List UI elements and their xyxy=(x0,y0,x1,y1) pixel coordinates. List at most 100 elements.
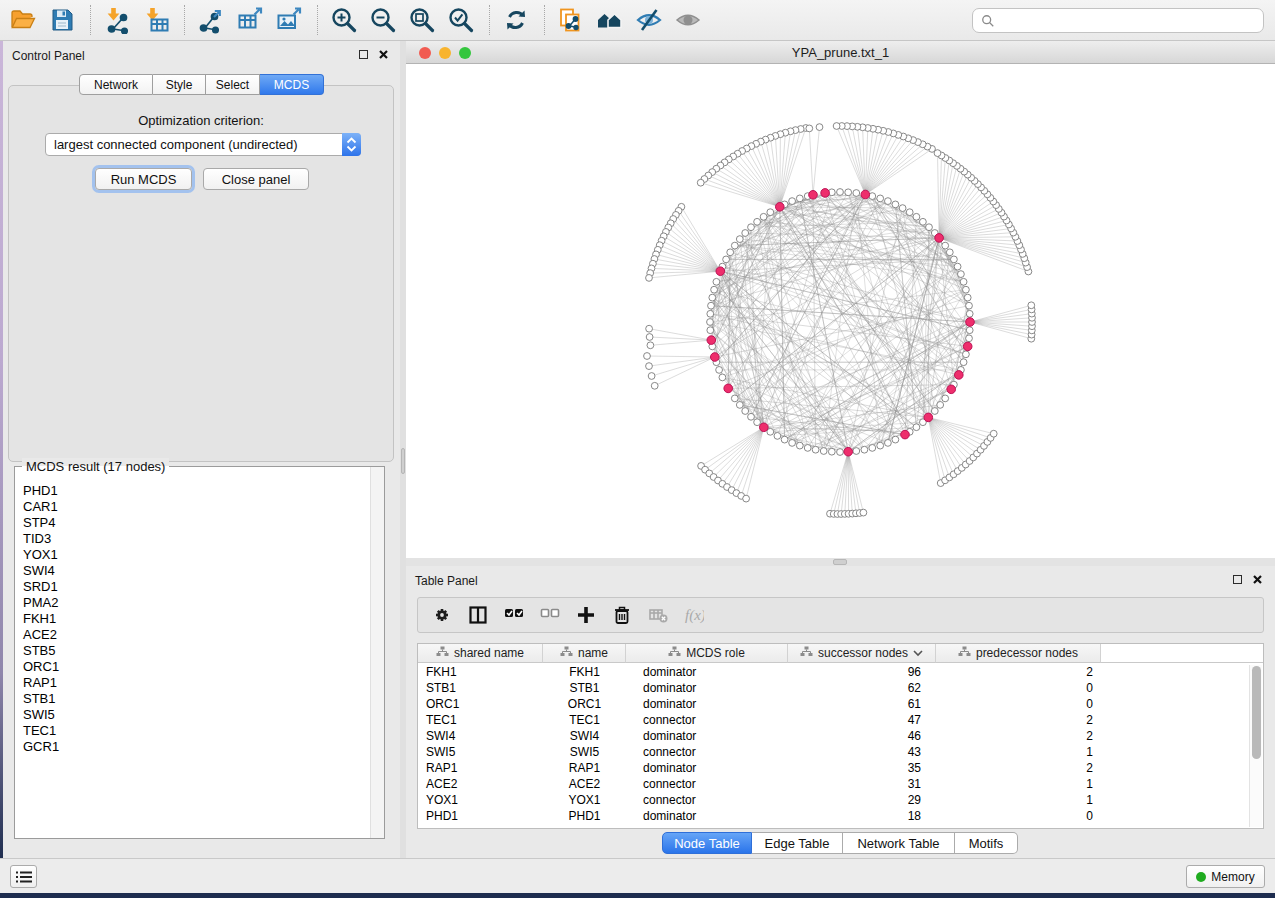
table-row[interactable]: ORC1ORC1dominator610 xyxy=(418,696,1263,712)
add-column-button[interactable] xyxy=(575,605,597,625)
table-row[interactable]: RAP1RAP1dominator352 xyxy=(418,760,1263,776)
node-table-header: shared namenameMCDS rolesuccessor nodesp… xyxy=(418,644,1263,663)
tab-style[interactable]: Style xyxy=(153,74,206,95)
delete-table-button[interactable] xyxy=(647,605,669,625)
result-item[interactable]: CAR1 xyxy=(16,499,369,515)
table-row[interactable]: SWI4SWI4dominator462 xyxy=(418,728,1263,744)
table-row[interactable]: YOX1YOX1connector291 xyxy=(418,792,1263,808)
export-table-button[interactable] xyxy=(236,6,264,34)
select-all-button[interactable] xyxy=(503,605,525,625)
zoom-in-icon xyxy=(330,6,358,34)
table-cell: 31 xyxy=(788,776,936,792)
result-item[interactable]: SRD1 xyxy=(16,579,369,595)
horizontal-splitter[interactable] xyxy=(406,558,1275,566)
show-all-button[interactable] xyxy=(674,6,702,34)
table-cell: dominator xyxy=(626,680,788,696)
result-item[interactable]: TEC1 xyxy=(16,723,369,739)
result-item[interactable]: ACE2 xyxy=(16,627,369,643)
table-cell: SWI4 xyxy=(543,728,626,744)
hide-selected-button[interactable] xyxy=(635,6,663,34)
zoom-out-button[interactable] xyxy=(369,6,397,34)
table-cell: YOX1 xyxy=(418,792,543,808)
network-canvas[interactable] xyxy=(406,64,1275,558)
table-row[interactable]: TEC1TEC1connector472 xyxy=(418,712,1263,728)
close-table-panel-icon[interactable] xyxy=(1252,574,1263,585)
close-panel-icon[interactable] xyxy=(378,49,389,60)
table-cell: SWI5 xyxy=(418,744,543,760)
task-history-button[interactable] xyxy=(10,865,37,888)
search-input[interactable] xyxy=(995,9,1263,32)
table-tabs: Node TableEdge TableNetwork TableMotifs xyxy=(662,832,1018,854)
table-row[interactable]: ACE2ACE2connector311 xyxy=(418,776,1263,792)
result-item[interactable]: TID3 xyxy=(16,531,369,547)
column-type-icon xyxy=(800,646,813,660)
apply-function-button[interactable]: f(x) xyxy=(683,605,705,625)
result-item[interactable]: YOX1 xyxy=(16,547,369,563)
tab-motifs[interactable]: Motifs xyxy=(955,832,1018,854)
zoom-selected-button[interactable] xyxy=(447,6,475,34)
tab-node-table[interactable]: Node Table xyxy=(662,832,752,854)
settings-button[interactable] xyxy=(431,605,453,625)
import-network-button[interactable] xyxy=(103,6,131,34)
save-button[interactable] xyxy=(48,6,76,34)
result-item[interactable]: STP4 xyxy=(16,515,369,531)
result-item[interactable]: RAP1 xyxy=(16,675,369,691)
table-cell: dominator xyxy=(626,808,788,824)
zoom-in-button[interactable] xyxy=(330,6,358,34)
export-network-button[interactable] xyxy=(197,6,225,34)
result-item[interactable]: PMA2 xyxy=(16,595,369,611)
float-table-panel-icon[interactable] xyxy=(1233,575,1242,584)
table-cell: 35 xyxy=(788,760,936,776)
mcds-result-list[interactable]: PHD1CAR1STP4TID3YOX1SWI4SRD1PMA2FKH1ACE2… xyxy=(16,483,369,837)
result-item[interactable]: PHD1 xyxy=(16,483,369,499)
result-item[interactable]: STB1 xyxy=(16,691,369,707)
run-mcds-button[interactable]: Run MCDS xyxy=(95,168,192,190)
tab-select[interactable]: Select xyxy=(206,74,260,95)
refresh-view-button[interactable] xyxy=(502,6,530,34)
table-scrollbar[interactable] xyxy=(1249,665,1262,827)
table-cell: 43 xyxy=(788,744,936,760)
zoom-fit-button[interactable] xyxy=(408,6,436,34)
toolbar-separator xyxy=(90,5,91,35)
tab-network[interactable]: Network xyxy=(79,74,153,95)
search-box[interactable] xyxy=(972,8,1264,33)
close-panel-button[interactable]: Close panel xyxy=(203,168,309,190)
result-item[interactable]: SWI4 xyxy=(16,563,369,579)
result-item[interactable]: SWI5 xyxy=(16,707,369,723)
first-neighbors-button[interactable] xyxy=(596,6,624,34)
result-item[interactable]: GCR1 xyxy=(16,739,369,755)
table-row[interactable]: FKH1FKH1dominator962 xyxy=(418,664,1263,680)
tab-edge-table[interactable]: Edge Table xyxy=(752,832,843,854)
header-filler xyxy=(1101,644,1263,663)
deselect-all-button[interactable] xyxy=(539,605,561,625)
table-row[interactable]: STB1STB1dominator620 xyxy=(418,680,1263,696)
tab-mcds[interactable]: MCDS xyxy=(260,74,324,95)
column-header-name[interactable]: name xyxy=(543,644,626,663)
result-item[interactable]: FKH1 xyxy=(16,611,369,627)
tab-network-table[interactable]: Network Table xyxy=(843,832,955,854)
delete-column-button[interactable] xyxy=(611,605,633,625)
memory-button[interactable]: Memory xyxy=(1186,865,1265,888)
deselect-all-icon xyxy=(540,605,560,625)
column-header-MCDS-role[interactable]: MCDS role xyxy=(626,644,788,663)
float-panel-icon[interactable] xyxy=(359,50,368,59)
column-header-predecessor-nodes[interactable]: predecessor nodes xyxy=(936,644,1101,663)
table-scrollbar-thumb[interactable] xyxy=(1252,666,1261,759)
export-image-button[interactable] xyxy=(275,6,303,34)
refresh-view-icon xyxy=(502,6,530,34)
result-item[interactable]: STB5 xyxy=(16,643,369,659)
table-cell: 1 xyxy=(936,792,1101,808)
open-file-button[interactable] xyxy=(9,6,37,34)
import-table-button[interactable] xyxy=(142,6,170,34)
split-view-button[interactable] xyxy=(467,605,489,625)
table-row[interactable]: PHD1PHD1dominator180 xyxy=(418,808,1263,824)
column-header-successor-nodes[interactable]: successor nodes xyxy=(788,644,936,663)
optimization-criterion-select[interactable]: largest connected component (undirected) xyxy=(45,133,361,156)
table-row[interactable]: SWI5SWI5connector431 xyxy=(418,744,1263,760)
table-cell: 0 xyxy=(936,680,1101,696)
import-network-icon xyxy=(103,6,131,34)
result-scrollbar[interactable] xyxy=(370,467,384,838)
result-item[interactable]: ORC1 xyxy=(16,659,369,675)
clone-network-button[interactable] xyxy=(557,6,585,34)
column-header-shared-name[interactable]: shared name xyxy=(418,644,543,663)
